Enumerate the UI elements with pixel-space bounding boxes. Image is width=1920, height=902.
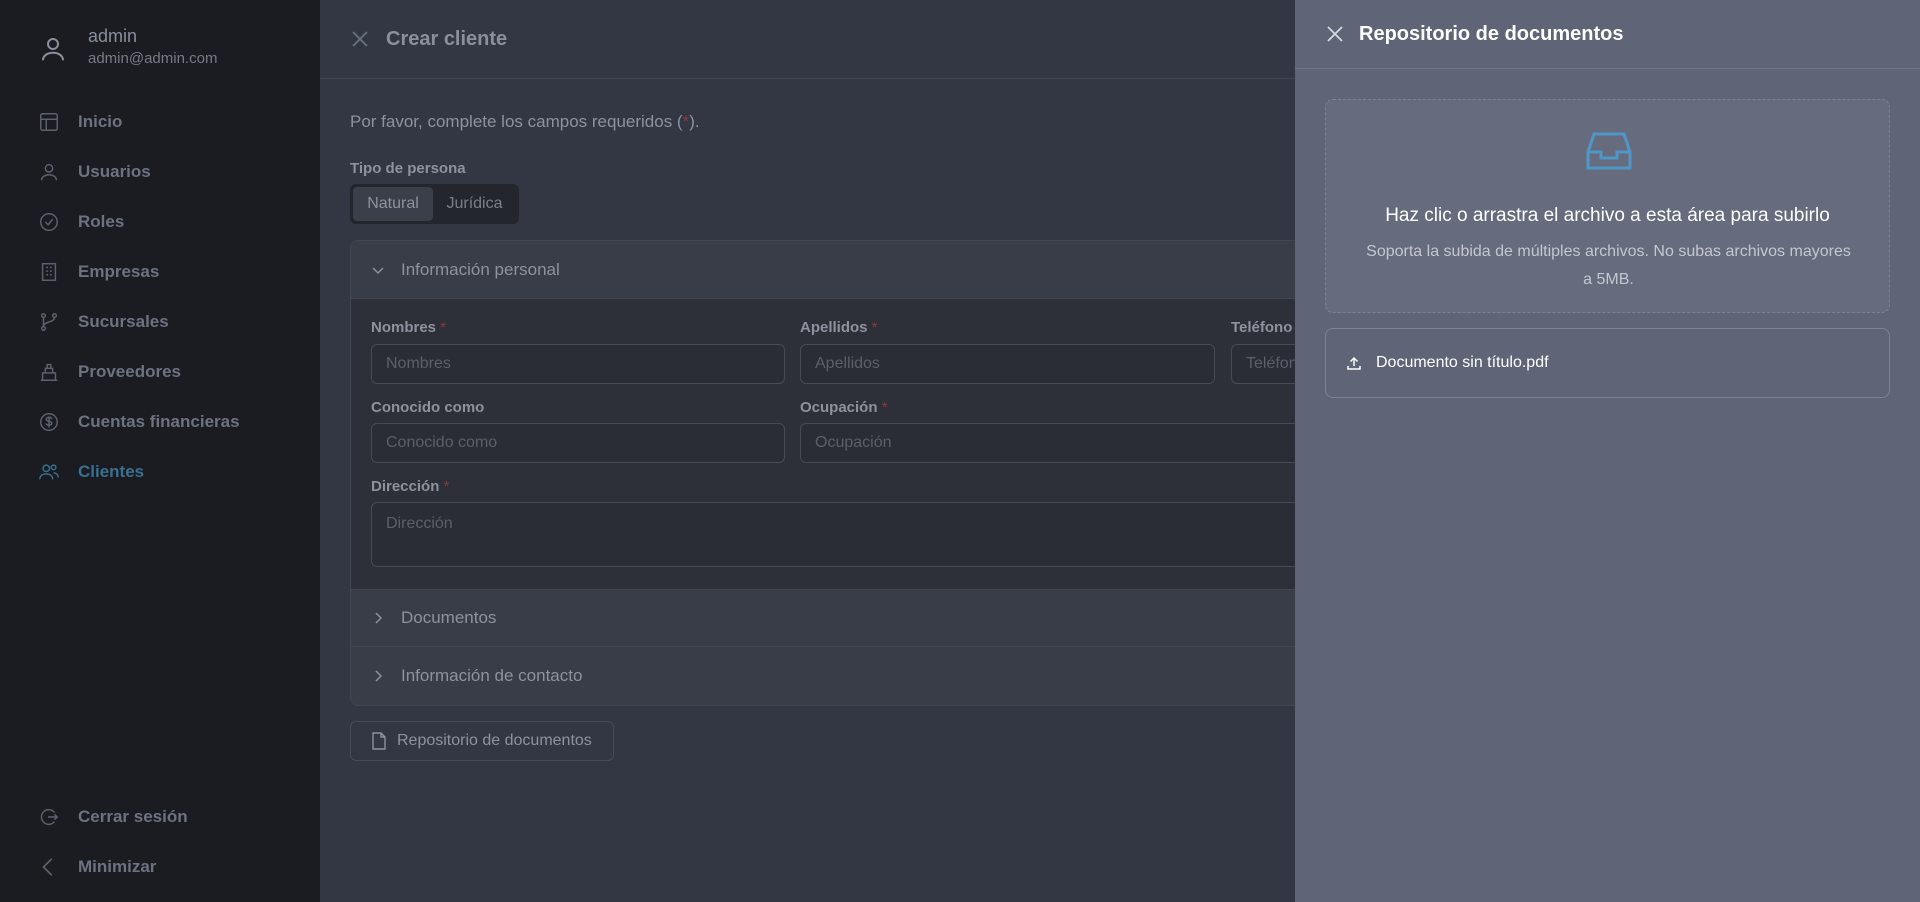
minimize-button[interactable]: Minimizar bbox=[0, 842, 320, 892]
required-note: Por favor, complete los campos requerido… bbox=[350, 112, 700, 132]
branch-icon bbox=[40, 313, 58, 331]
sidebar: admin admin@admin.com Inicio Usuarios Ro… bbox=[0, 0, 320, 902]
logout-button[interactable]: Cerrar sesión bbox=[0, 792, 320, 842]
inbox-icon bbox=[1586, 132, 1632, 170]
building-icon bbox=[41, 263, 57, 281]
sidebar-item-label: Sucursales bbox=[78, 312, 169, 331]
segment-natural[interactable]: Natural bbox=[353, 187, 433, 221]
apellidos-input[interactable] bbox=[800, 344, 1215, 384]
sidebar-item-label: Proveedores bbox=[78, 362, 181, 381]
drawer-header: Repositorio de documentos bbox=[1295, 0, 1920, 69]
required-note-prefix: Por favor, complete los campos requerido… bbox=[350, 112, 683, 131]
user-icon bbox=[42, 38, 64, 61]
modal-title: Crear cliente bbox=[386, 27, 508, 50]
direccion-label: Dirección * bbox=[371, 478, 449, 495]
check-circle-icon bbox=[40, 213, 58, 231]
dropzone-hint: Soporta la subida de múltiples archivos.… bbox=[1366, 243, 1851, 288]
sidebar-nav: Inicio Usuarios Roles Empresas Sucursale… bbox=[0, 97, 320, 497]
document-repository-label: Repositorio de documentos bbox=[397, 732, 592, 749]
required-star: * bbox=[443, 478, 450, 495]
nombres-input[interactable] bbox=[371, 344, 785, 384]
required-note-suffix: ). bbox=[689, 112, 700, 131]
sidebar-item-label: Clientes bbox=[78, 462, 145, 481]
chevron-left-icon bbox=[42, 858, 53, 876]
conocido-input[interactable] bbox=[371, 423, 785, 463]
sidebar-item-label: Empresas bbox=[78, 262, 160, 281]
chevron-down-icon bbox=[372, 266, 384, 274]
apellidos-label-text: Apellidos bbox=[800, 319, 868, 336]
sidebar-item-roles[interactable]: Roles bbox=[0, 197, 320, 247]
upload-icon bbox=[1347, 356, 1361, 370]
sidebar-item-cuentas[interactable]: Cuentas financieras bbox=[0, 397, 320, 447]
document-repository-button[interactable]: Repositorio de documentos bbox=[350, 721, 614, 761]
sidebar-item-sucursales[interactable]: Sucursales bbox=[0, 297, 320, 347]
sidebar-item-label: Usuarios bbox=[78, 162, 151, 181]
user-name: admin bbox=[88, 26, 138, 46]
sidebar-item-proveedores[interactable]: Proveedores bbox=[0, 347, 320, 397]
direccion-label-text: Dirección bbox=[371, 478, 440, 495]
warehouse-icon bbox=[40, 363, 58, 381]
file-icon bbox=[372, 732, 386, 750]
upload-dropzone[interactable]: Haz clic o arrastra el archivo a esta ár… bbox=[1325, 99, 1890, 313]
required-star: * bbox=[871, 319, 878, 336]
chevron-right-icon bbox=[375, 612, 383, 624]
nombres-label-text: Nombres bbox=[371, 319, 437, 336]
sidebar-item-empresas[interactable]: Empresas bbox=[0, 247, 320, 297]
panel-title: Documentos bbox=[401, 608, 497, 627]
home-icon bbox=[40, 113, 58, 131]
segment-juridica[interactable]: Jurídica bbox=[433, 187, 516, 221]
telefono-label: Teléfono bbox=[1231, 319, 1293, 336]
panel-title: Información personal bbox=[401, 259, 560, 279]
drawer-title: Repositorio de documentos bbox=[1359, 22, 1624, 45]
sidebar-bottom: Cerrar sesión Minimizar bbox=[0, 792, 320, 892]
sidebar-item-label: Roles bbox=[78, 212, 125, 231]
sidebar-item-label: Cuentas financieras bbox=[78, 412, 240, 431]
close-icon[interactable] bbox=[350, 29, 370, 49]
logout-label: Cerrar sesión bbox=[78, 807, 188, 826]
ocupacion-label: Ocupación * bbox=[800, 399, 888, 416]
logout-icon bbox=[40, 808, 59, 826]
apellidos-label: Apellidos * bbox=[800, 319, 878, 336]
file-list-item[interactable]: Documento sin título.pdf bbox=[1325, 328, 1890, 398]
sidebar-item-inicio[interactable]: Inicio bbox=[0, 97, 320, 147]
ocupacion-label-text: Ocupación bbox=[800, 399, 878, 416]
dropzone-title: Haz clic o arrastra el archivo a esta ár… bbox=[1385, 205, 1830, 226]
user-icon bbox=[40, 163, 58, 181]
file-name: Documento sin título.pdf bbox=[1376, 354, 1549, 371]
sidebar-item-usuarios[interactable]: Usuarios bbox=[0, 147, 320, 197]
person-type-label: Tipo de persona bbox=[350, 160, 466, 177]
person-type-segmented: Natural Jurídica bbox=[350, 184, 519, 224]
sidebar-item-clientes[interactable]: Clientes bbox=[0, 447, 320, 497]
sidebar-item-label: Inicio bbox=[78, 112, 123, 131]
required-star: * bbox=[440, 319, 447, 336]
minimize-label: Minimizar bbox=[78, 857, 157, 876]
conocido-label: Conocido como bbox=[371, 399, 485, 416]
nombres-label: Nombres * bbox=[371, 319, 446, 336]
required-star: * bbox=[881, 399, 888, 416]
users-icon bbox=[39, 464, 59, 480]
dollar-circle-icon bbox=[40, 413, 58, 431]
panel-title: Información de contacto bbox=[401, 666, 583, 685]
close-icon[interactable] bbox=[1325, 24, 1345, 44]
user-email: admin@admin.com bbox=[88, 50, 218, 67]
chevron-right-icon bbox=[375, 670, 383, 682]
user-profile[interactable]: admin admin@admin.com bbox=[38, 24, 217, 70]
document-repository-drawer: Repositorio de documentos Haz clic o arr… bbox=[1295, 0, 1920, 902]
